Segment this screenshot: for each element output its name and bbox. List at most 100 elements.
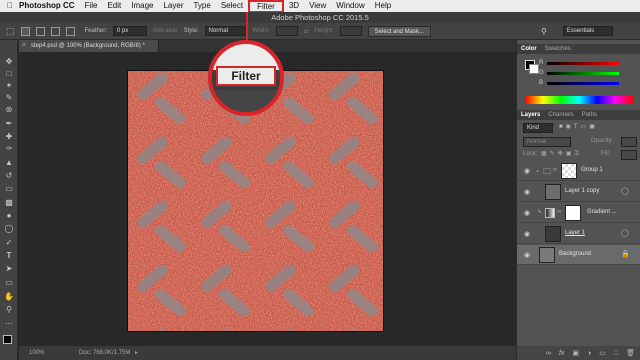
status-arrow-icon[interactable]: ▸	[135, 349, 138, 356]
opacity-input[interactable]	[621, 137, 637, 147]
layer-thumb[interactable]	[545, 184, 561, 200]
close-icon[interactable]: ×	[22, 40, 26, 52]
height-input[interactable]	[339, 26, 362, 36]
visibility-eye-icon[interactable]: ◉	[524, 209, 530, 217]
fx-icon[interactable]: fx	[559, 350, 564, 357]
new-group-icon[interactable]: ▭	[599, 349, 606, 357]
smart-filter-icon[interactable]: ◯	[621, 229, 629, 237]
marquee-tool-icon[interactable]: ⬚	[6, 26, 15, 37]
history-brush-icon[interactable]: ↺	[3, 171, 15, 181]
menu-edit[interactable]: Edit	[102, 0, 126, 12]
type-tool-icon[interactable]: T	[3, 251, 15, 261]
smart-filter-icon[interactable]: ◯	[621, 187, 629, 195]
dodge-tool-icon[interactable]: ◯	[3, 224, 15, 234]
menu-3d[interactable]: 3D	[284, 0, 304, 12]
zoom-tool-icon[interactable]: ⚲	[3, 305, 15, 315]
blend-mode-select[interactable]: Normal	[523, 137, 571, 147]
layer-kind-filter[interactable]: Kind	[523, 123, 553, 133]
more-tools-icon[interactable]: ⋯	[3, 319, 15, 329]
chain-link-icon[interactable]: ∞	[553, 167, 557, 173]
eyedropper-tool-icon[interactable]: ✒	[3, 119, 15, 129]
menu-filter[interactable]: Filter	[248, 0, 284, 13]
style-select[interactable]: Normal	[204, 26, 247, 36]
layer-name: Group 1	[581, 167, 603, 173]
add-mask-icon[interactable]: ▣	[572, 349, 579, 357]
select-and-mask-button[interactable]: Select and Mask...	[367, 25, 431, 37]
tab-channels[interactable]: Channels	[548, 110, 573, 120]
layer-row-layer-1-copy[interactable]: ◉ Layer 1 copy ◯	[517, 182, 640, 202]
group-mask-thumb[interactable]	[561, 163, 577, 179]
menu-layer[interactable]: Layer	[158, 0, 188, 12]
expand-chevron-icon[interactable]: ⌄	[535, 167, 540, 174]
move-tool-icon[interactable]: ✥	[3, 57, 15, 67]
color-spectrum[interactable]	[525, 96, 633, 104]
chain-link-icon[interactable]: ∞	[557, 209, 561, 215]
menu-select[interactable]: Select	[216, 0, 248, 12]
path-select-icon[interactable]: ➤	[3, 264, 15, 274]
visibility-eye-icon[interactable]: ◉	[524, 188, 530, 196]
lock-icon[interactable]: 🔒	[621, 250, 630, 258]
layer-row-group-1[interactable]: ◉ ⌄ 🗀 ∞ Group 1	[517, 161, 640, 181]
menu-file[interactable]: File	[80, 0, 103, 12]
search-icon[interactable]: ⚲	[541, 27, 547, 36]
feather-input[interactable]: 0 px	[112, 26, 147, 36]
lock-icons[interactable]: ▦✎✥▣⚿	[541, 150, 582, 158]
adjustment-layer-icon[interactable]: ◑	[587, 350, 591, 357]
stamp-tool-icon[interactable]: ▲	[3, 158, 15, 168]
crop-tool-icon[interactable]: ⊛	[3, 105, 15, 115]
slider-g[interactable]	[547, 72, 619, 75]
quick-select-icon[interactable]: ✎	[3, 93, 15, 103]
intersect-selection-icon[interactable]	[65, 26, 75, 36]
zoom-level[interactable]: 100%	[29, 350, 44, 356]
tab-color[interactable]: Color	[521, 44, 537, 54]
color-background-swatch[interactable]	[529, 64, 539, 74]
visibility-eye-icon[interactable]: ◉	[524, 167, 530, 175]
new-selection-icon[interactable]	[20, 26, 30, 36]
link-layers-icon[interactable]: ∞	[546, 350, 551, 357]
eraser-tool-icon[interactable]: ▭	[3, 184, 15, 194]
layer-thumb[interactable]	[539, 247, 555, 263]
hand-tool-icon[interactable]: ✋	[3, 292, 15, 302]
layer-mask-thumb[interactable]	[565, 205, 581, 221]
layer-row-background[interactable]: ◉ Background 🔒	[517, 245, 640, 265]
slider-b[interactable]	[547, 82, 619, 85]
marquee-tool-icon[interactable]: □	[3, 69, 15, 79]
subtract-selection-icon[interactable]	[50, 26, 60, 36]
menu-image[interactable]: Image	[126, 0, 158, 12]
visibility-eye-icon[interactable]: ◉	[524, 230, 530, 238]
trash-icon[interactable]: 🗑	[626, 349, 635, 357]
blur-tool-icon[interactable]: ●	[3, 211, 15, 221]
fill-input[interactable]	[621, 150, 637, 160]
slider-r[interactable]	[547, 62, 619, 65]
menu-type[interactable]: Type	[188, 0, 215, 12]
visibility-eye-icon[interactable]: ◉	[524, 251, 530, 259]
swap-icon[interactable]: ⇄	[304, 28, 309, 35]
foreground-color-swatch[interactable]	[3, 335, 12, 344]
adjustment-icon[interactable]	[545, 208, 555, 218]
gradient-tool-icon[interactable]: ▩	[3, 198, 15, 208]
healing-tool-icon[interactable]: ✚	[3, 132, 15, 142]
layer-thumb[interactable]	[545, 226, 561, 242]
menu-window[interactable]: Window	[331, 0, 369, 12]
menu-view[interactable]: View	[304, 0, 331, 12]
layer-row-layer-1[interactable]: ◉ Layer 1 ◯	[517, 224, 640, 244]
width-input[interactable]	[275, 26, 298, 36]
tab-paths[interactable]: Paths	[582, 110, 597, 120]
lasso-tool-icon[interactable]: ✶	[3, 81, 15, 91]
brush-tool-icon[interactable]: ✑	[3, 144, 15, 154]
layer-row-gradient[interactable]: ◉ ↳ ∞ Gradient ...	[517, 203, 640, 223]
add-selection-icon[interactable]	[35, 26, 45, 36]
tab-swatches[interactable]: Swatches	[545, 44, 571, 54]
document-tab[interactable]: × step4.psd @ 100% (Background, RGB/8) *	[19, 40, 159, 52]
shape-tool-icon[interactable]: ▭	[3, 278, 15, 288]
antialias-checkbox[interactable]: Anti-alias	[153, 28, 178, 34]
menu-help[interactable]: Help	[370, 0, 396, 12]
apple-icon[interactable]: 	[0, 0, 16, 12]
options-bar: ⬚ Feather: 0 px Anti-alias Style: Normal…	[0, 23, 640, 40]
menu-app-name[interactable]: Photoshop CC	[16, 0, 80, 12]
layer-filter-icons[interactable]: ■◉T▭▣	[559, 123, 598, 130]
tab-layers[interactable]: Layers	[521, 110, 540, 120]
new-layer-icon[interactable]: □	[614, 350, 618, 357]
pen-tool-icon[interactable]: ✓	[3, 238, 15, 248]
workspace-select[interactable]: Essentials	[562, 26, 613, 36]
